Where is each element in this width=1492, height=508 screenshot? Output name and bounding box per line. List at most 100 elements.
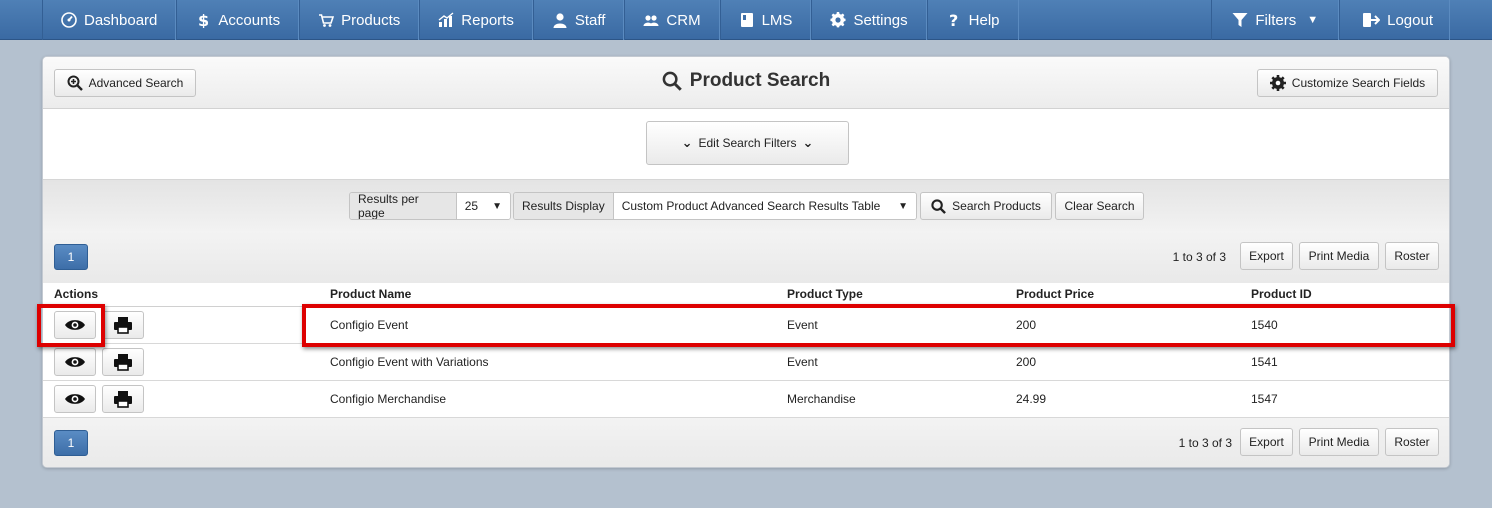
- product-id-cell: 1547: [1251, 392, 1278, 406]
- edit-search-filters-button[interactable]: ⌄ Edit Search Filters ⌄: [646, 121, 849, 165]
- product-id-cell: 1541: [1251, 355, 1278, 369]
- chevron-down-icon: ⌄: [802, 135, 814, 150]
- logout-button[interactable]: Logout: [1339, 0, 1450, 40]
- roster-button[interactable]: Roster: [1385, 242, 1439, 270]
- results-display-control: Results Display Custom Product Advanced …: [513, 192, 917, 220]
- roster-button[interactable]: Roster: [1385, 428, 1439, 456]
- printer-icon: [114, 354, 132, 371]
- result-range: 1 to 3 of 3: [1178, 436, 1232, 450]
- page-button-1[interactable]: 1: [54, 244, 88, 270]
- nav-crm[interactable]: CRM: [624, 0, 720, 40]
- customize-search-fields-button[interactable]: Customize Search Fields: [1257, 69, 1438, 97]
- nav-dashboard-label: Dashboard: [84, 11, 158, 29]
- print-media-button[interactable]: Print Media: [1299, 428, 1379, 456]
- eye-icon: [65, 357, 85, 367]
- column-header-product-price[interactable]: Product Price: [1016, 287, 1094, 301]
- page-title-text: Product Search: [689, 70, 831, 91]
- search-products-label: Search Products: [952, 199, 1041, 213]
- nav-reports-label: Reports: [461, 11, 514, 29]
- nav-lms[interactable]: LMS: [719, 0, 812, 40]
- product-name-cell: Configio Event: [330, 318, 409, 332]
- export-button[interactable]: Export: [1240, 242, 1293, 270]
- view-button[interactable]: [54, 385, 96, 413]
- filters-dropdown[interactable]: Filters ▼: [1211, 0, 1340, 40]
- pager-top: 1 1 to 3 of 3 Export Print Media Roster: [43, 231, 1449, 283]
- product-price-cell: 24.99: [1016, 392, 1047, 406]
- dollar-icon: $: [198, 12, 209, 28]
- users-icon: [643, 15, 659, 26]
- printer-icon: [114, 391, 132, 408]
- page-button-1[interactable]: 1: [54, 430, 88, 456]
- pager-bottom: 1 1 to 3 of 3 Export Print Media Roster: [43, 418, 1449, 467]
- gear-icon: [830, 12, 846, 28]
- filters-label: Filters: [1255, 11, 1297, 29]
- nav-products-label: Products: [341, 11, 401, 29]
- product-type-cell: Event: [787, 318, 818, 332]
- nav-staff-label: Staff: [574, 11, 606, 29]
- results-table-header: Actions Product Name Product Type Produc…: [43, 283, 1449, 307]
- print-media-label: Print Media: [1308, 249, 1370, 263]
- search-toolbar: Results per page 25 ▼ Results Display Cu…: [43, 179, 1449, 231]
- edit-search-filters-label: Edit Search Filters: [698, 136, 797, 150]
- dashboard-icon: [61, 12, 77, 28]
- logout-icon: [1363, 13, 1381, 27]
- search-products-button[interactable]: Search Products: [920, 192, 1052, 220]
- user-icon: [553, 13, 567, 28]
- book-icon: [740, 13, 753, 27]
- export-label: Export: [1249, 249, 1284, 263]
- column-header-product-name[interactable]: Product Name: [330, 287, 411, 301]
- print-media-button[interactable]: Print Media: [1299, 242, 1379, 270]
- chevron-down-icon: ⌄: [681, 135, 693, 150]
- account-menu: Filters ▼ Logout: [1211, 0, 1450, 40]
- view-button[interactable]: [54, 311, 96, 339]
- nav-accounts-label: Accounts: [218, 11, 281, 29]
- product-type-cell: Event: [787, 355, 818, 369]
- nav-help-label: Help: [968, 11, 1000, 29]
- filter-area: ⌄ Edit Search Filters ⌄: [43, 109, 1449, 179]
- print-button[interactable]: [102, 311, 144, 339]
- svg-text:$: $: [198, 12, 209, 28]
- export-label: Export: [1249, 435, 1284, 449]
- table-row: Configio Event with Variations Event 200…: [43, 344, 1449, 381]
- results-per-page-value: 25: [464, 199, 479, 213]
- print-media-label: Print Media: [1308, 435, 1370, 449]
- svg-text:?: ?: [949, 12, 958, 28]
- nav-lms-label: LMS: [761, 11, 793, 29]
- customize-search-fields-label: Customize Search Fields: [1291, 76, 1426, 90]
- column-header-product-type[interactable]: Product Type: [787, 287, 863, 301]
- eye-icon: [65, 394, 85, 404]
- caret-down-icon: ▼: [1307, 14, 1319, 26]
- nav-settings-label: Settings: [853, 11, 908, 29]
- print-button[interactable]: [102, 385, 144, 413]
- panel-header: Advanced Search Product Search Customize…: [43, 57, 1449, 109]
- print-button[interactable]: [102, 348, 144, 376]
- nav-help[interactable]: ? Help: [926, 0, 1019, 40]
- product-id-cell: 1540: [1251, 318, 1278, 332]
- view-button[interactable]: [54, 348, 96, 376]
- nav-dashboard[interactable]: Dashboard: [42, 0, 177, 40]
- main-menu: Dashboard $ Accounts Products Reports St…: [42, 0, 1019, 40]
- search-icon: [931, 198, 947, 214]
- clear-search-label: Clear Search: [1064, 199, 1135, 213]
- product-price-cell: 200: [1016, 318, 1037, 332]
- column-header-product-id[interactable]: Product ID: [1251, 287, 1312, 301]
- product-name-cell: Configio Event with Variations: [330, 355, 489, 369]
- nav-settings[interactable]: Settings: [811, 0, 927, 40]
- nav-staff[interactable]: Staff: [532, 0, 625, 40]
- export-button[interactable]: Export: [1240, 428, 1293, 456]
- nav-reports[interactable]: Reports: [419, 0, 533, 40]
- result-range: 1 to 3 of 3: [1172, 250, 1226, 264]
- results-display-value: Custom Product Advanced Search Results T…: [621, 199, 881, 213]
- results-per-page-select[interactable]: 25 ▼: [456, 193, 510, 219]
- nav-products[interactable]: Products: [299, 0, 420, 40]
- table-row: Configio Merchandise Merchandise 24.99 1…: [43, 381, 1449, 418]
- results-display-select[interactable]: Custom Product Advanced Search Results T…: [613, 193, 916, 219]
- nav-accounts[interactable]: $ Accounts: [176, 0, 300, 40]
- table-row: Configio Event Event 200 1540: [43, 307, 1449, 344]
- results-display-label: Results Display: [514, 193, 614, 219]
- clear-search-button[interactable]: Clear Search: [1055, 192, 1144, 220]
- chart-icon: [438, 12, 454, 27]
- results-per-page-control: Results per page 25 ▼: [349, 192, 511, 220]
- results-per-page-label: Results per page: [350, 193, 457, 219]
- eye-icon: [65, 320, 85, 330]
